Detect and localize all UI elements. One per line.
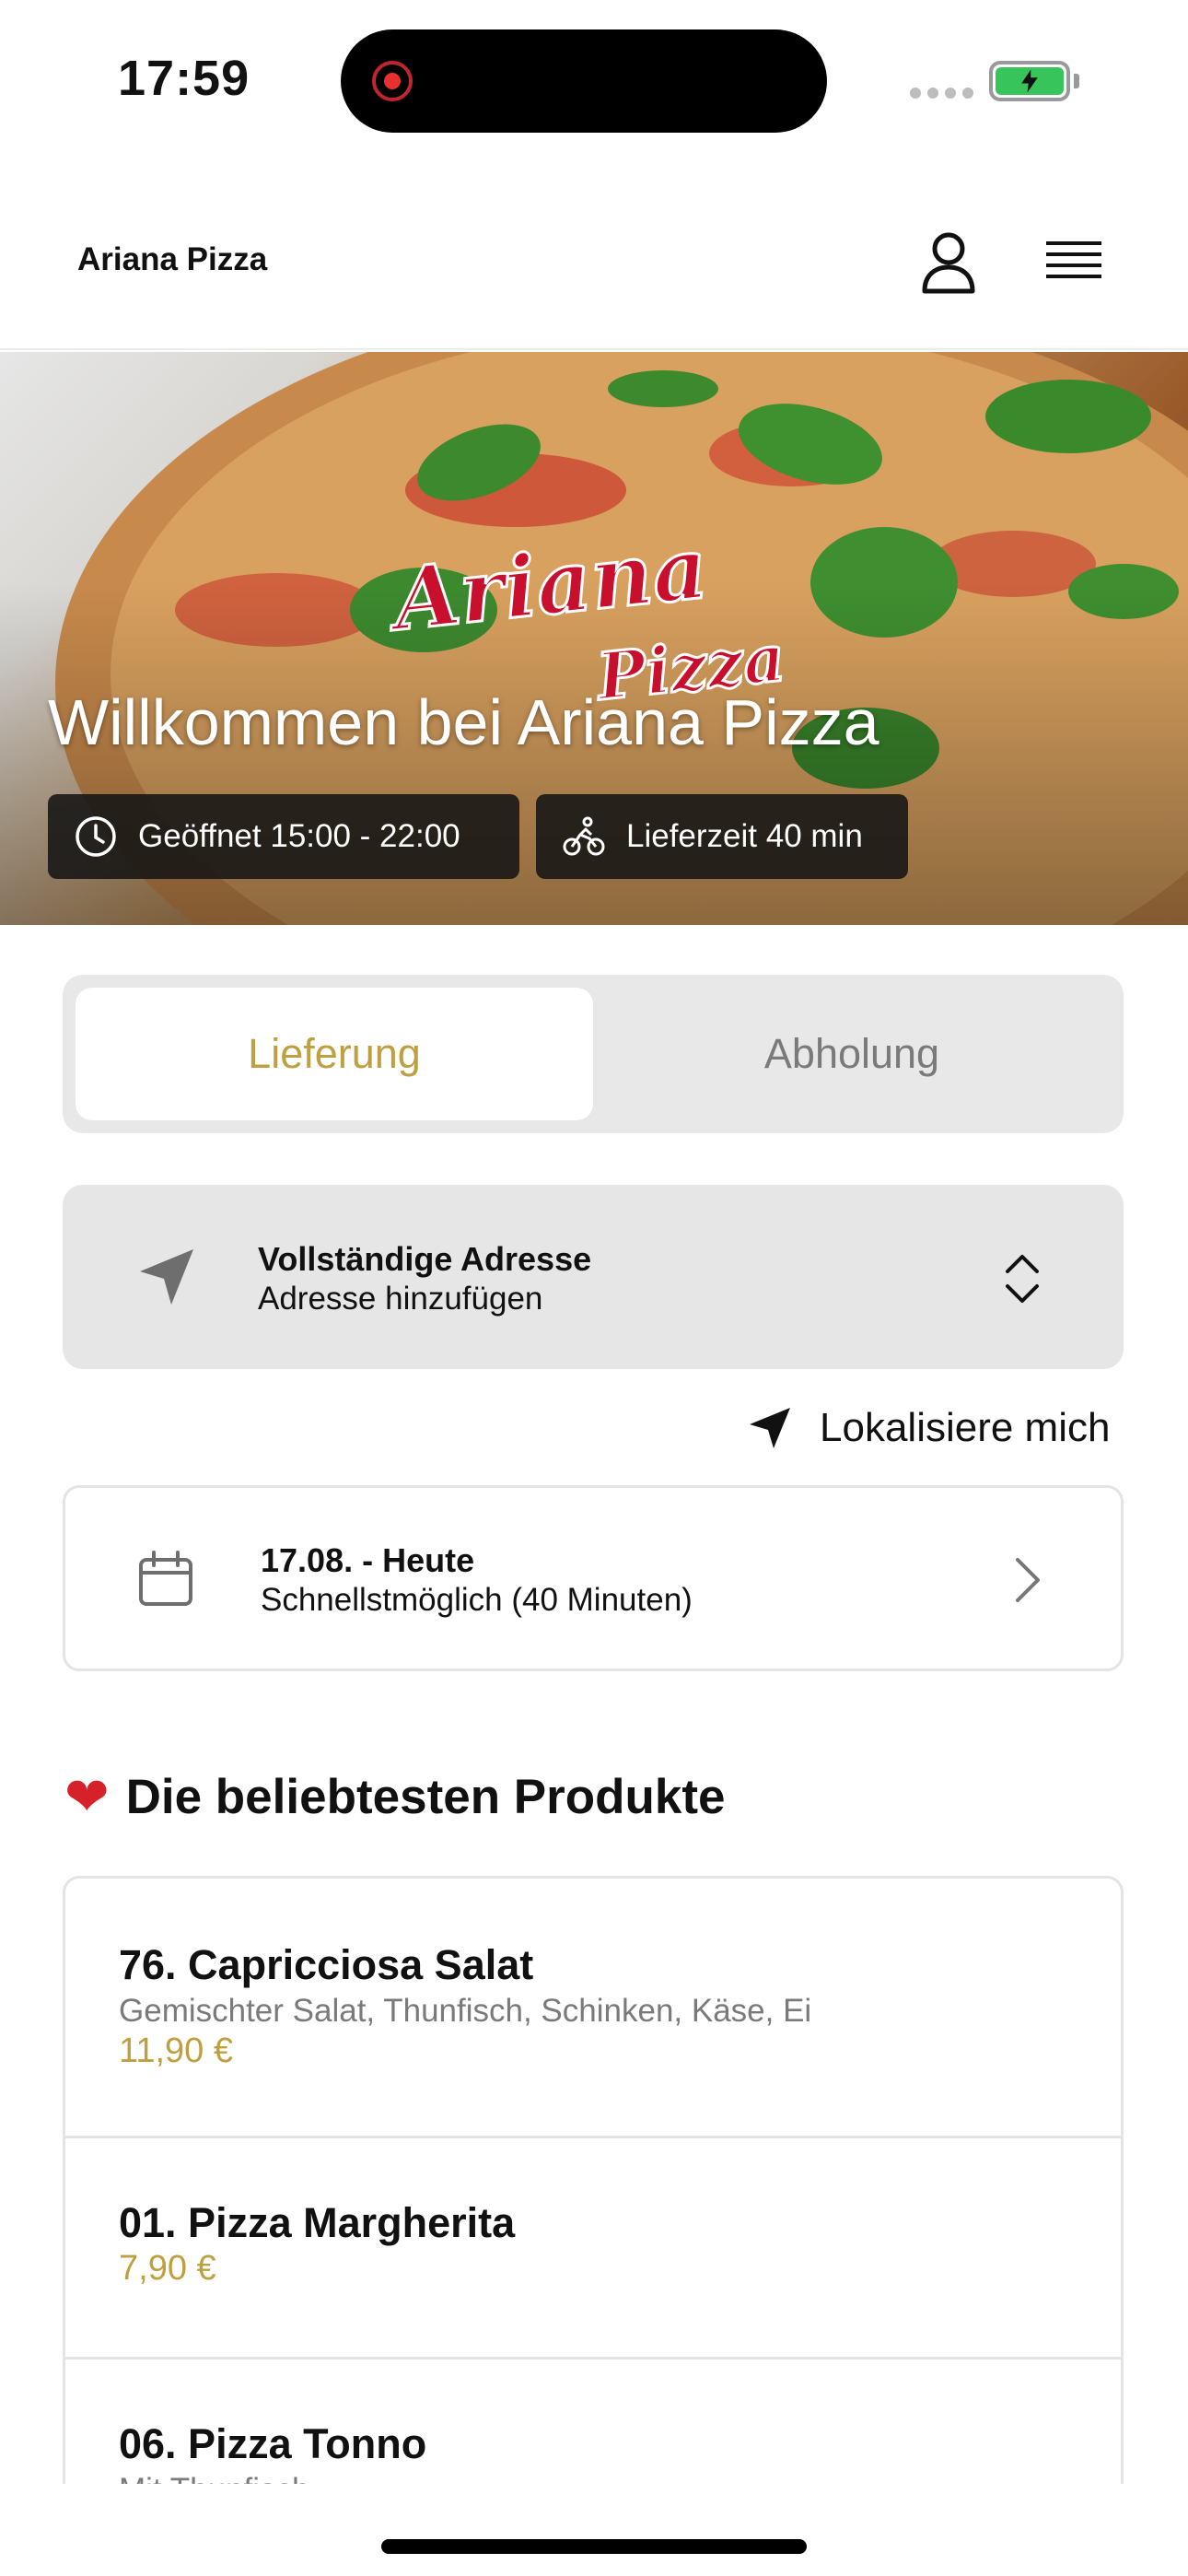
app-header: Ariana Pizza xyxy=(0,166,1188,350)
delivery-time-text: Lieferzeit 40 min xyxy=(626,818,863,854)
product-price: 11,90 € xyxy=(119,2032,233,2070)
delivery-time-badge: Lieferzeit 40 min xyxy=(536,794,908,879)
product-description: Gemischter Salat, Thunfisch, Schinken, K… xyxy=(119,1993,812,2029)
location-arrow-icon xyxy=(750,1408,790,1448)
product-item[interactable]: 06. Pizza Tonno Mit Thunfisch xyxy=(65,2359,1121,2484)
brand-name[interactable]: Ariana Pizza xyxy=(77,241,267,278)
hero-title: Willkommen bei Ariana Pizza xyxy=(48,686,879,758)
dynamic-island xyxy=(341,29,827,133)
order-mode-switch: Lieferung Abholung xyxy=(63,975,1124,1133)
product-price: 7,90 € xyxy=(119,2249,216,2288)
delivery-date-selector[interactable]: 17.08. - Heute Schnellstmöglich (40 Minu… xyxy=(63,1485,1124,1671)
svg-text:Ariana: Ariana xyxy=(382,518,712,650)
product-item[interactable]: 76. Capricciosa Salat Gemischter Salat, … xyxy=(65,1879,1121,2138)
product-name: 76. Capricciosa Salat xyxy=(119,1941,534,1988)
clock-icon xyxy=(76,816,116,857)
chevron-up-down-icon xyxy=(1006,1255,1039,1303)
popular-products-heading: ❤ Die beliebtesten Produkte xyxy=(64,1765,726,1828)
hero-banner: Ariana Pizza Willkommen bei Ariana Pizza… xyxy=(0,352,1188,925)
date-title: 17.08. - Heute xyxy=(261,1541,475,1579)
signal-icon xyxy=(910,87,980,103)
opening-hours-badge: Geöffnet 15:00 - 22:00 xyxy=(48,794,519,879)
product-item[interactable]: 01. Pizza Margherita 7,90 € xyxy=(65,2138,1121,2359)
tab-delivery[interactable]: Lieferung xyxy=(76,988,593,1120)
battery-icon xyxy=(989,61,1070,101)
product-list: 76. Capricciosa Salat Gemischter Salat, … xyxy=(63,1876,1124,2484)
opening-hours-text: Geöffnet 15:00 - 22:00 xyxy=(138,818,460,854)
battery-cap xyxy=(1074,74,1079,88)
heart-icon: ❤ xyxy=(64,1767,110,1827)
address-title: Vollständige Adresse xyxy=(258,1240,592,1278)
locate-me-label: Lokalisiere mich xyxy=(820,1405,1111,1450)
address-selector[interactable]: Vollständige Adresse Adresse hinzufügen xyxy=(63,1185,1124,1369)
address-subtitle: Adresse hinzufügen xyxy=(258,1281,543,1317)
product-name: 01. Pizza Margherita xyxy=(119,2199,516,2246)
date-subtitle: Schnellstmöglich (40 Minuten) xyxy=(261,1582,693,1618)
product-name: 06. Pizza Tonno xyxy=(119,2420,427,2467)
tab-pickup[interactable]: Abholung xyxy=(593,988,1111,1120)
calendar-icon xyxy=(139,1551,192,1606)
recording-indicator-icon xyxy=(372,61,413,101)
bicycle-icon xyxy=(563,816,605,856)
menu-icon[interactable] xyxy=(1037,225,1111,299)
popular-products-title: Die beliebtesten Produkte xyxy=(125,1769,726,1824)
user-icon[interactable] xyxy=(912,225,985,299)
status-bar: 17:59 xyxy=(0,0,1188,166)
chevron-right-icon xyxy=(1016,1558,1040,1602)
locate-me-button[interactable]: Lokalisiere mich xyxy=(746,1399,1110,1458)
product-description: Mit Thunfisch xyxy=(119,2472,310,2484)
navigation-arrow-icon xyxy=(140,1249,193,1305)
status-time: 17:59 xyxy=(118,51,250,106)
home-indicator[interactable] xyxy=(381,2539,807,2554)
